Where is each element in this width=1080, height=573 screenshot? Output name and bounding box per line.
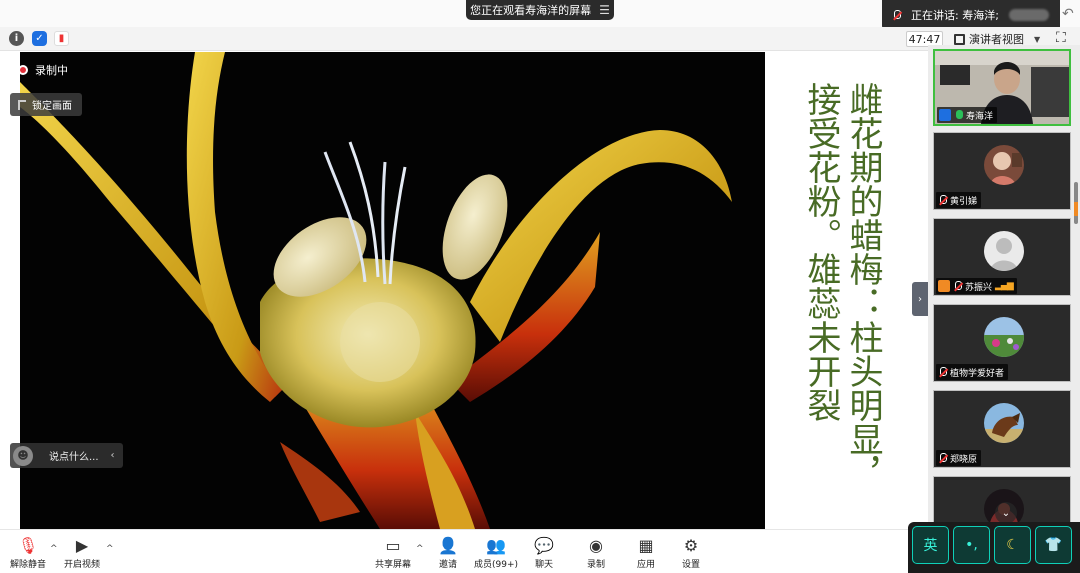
settings-button[interactable]: ⚙ 设置 [665,536,717,572]
undo-icon[interactable]: ↶ [1062,6,1078,22]
invite-button[interactable]: 👤 邀请 [422,536,474,572]
mic-off-icon [953,280,962,292]
meeting-toolbar: i ✓ ▮ 47:47 演讲者视图 ▼ ⛶ [0,27,1080,51]
avatar [984,231,1024,271]
gear-icon: ⚙ [683,535,699,555]
mic-off-icon [938,452,947,464]
ime-moon-icon[interactable]: ☾ [994,526,1031,564]
participant-name: 植物学爱好者 [950,368,1005,379]
lock-screen-button[interactable]: 锁定画面 [10,93,82,116]
participant-name: 郑晓原 [950,454,978,465]
recording-indicator: 录制中 [18,62,68,78]
participant-label: 黄引娣 [936,192,982,208]
record-label: 录制 [586,560,605,570]
chevron-down-icon: ▼ [1034,34,1041,44]
signal-icon[interactable]: ▮ [54,31,69,46]
flower-image [20,52,765,529]
chat-button[interactable]: 💬 聊天 [518,536,570,572]
avatar [984,317,1024,357]
participant-name: 黄引娣 [950,196,978,207]
participant-label: 寿海洋 [937,107,998,123]
share-screen-label: 共享屏幕 [374,560,411,570]
mic-icon [892,9,901,21]
emoji-icon[interactable]: ☻ [13,445,33,466]
ime-punctuation-icon[interactable]: •, [953,526,990,564]
speaker-text: 正在讲话: 寿海洋; [911,9,999,22]
chevron-up-icon[interactable]: ^ [106,544,114,554]
mic-off-icon [938,366,947,378]
menu-icon[interactable]: ☰ [599,3,610,17]
participant-tile[interactable]: 郑晓原 [933,390,1071,468]
chat-label: 聊天 [534,560,553,570]
participant-label: 郑晓原 [936,450,982,466]
fullscreen-icon[interactable]: ⛶ [1056,30,1072,46]
invite-label: 邀请 [438,560,457,570]
participant-tile[interactable]: 黄引娣 [933,132,1071,210]
mic-off-icon [938,194,947,206]
video-off-icon: ▶ [75,535,89,555]
add-user-icon: 👤 [438,535,458,555]
ime-toolbar: 英 •, ☾ 👕 [908,522,1080,573]
pin-icon [18,99,26,110]
panel-toggle-button[interactable]: › [912,282,928,316]
blurred-name [1008,9,1049,21]
participant-name: 苏振兴 [965,282,993,293]
participant-tile[interactable]: 植物学爱好者 [933,304,1071,382]
share-banner-text: 您正在观看寿海洋的屏幕 [470,4,592,17]
chevron-left-icon[interactable]: ‹ [111,450,115,461]
cohost-badge-icon [938,280,950,292]
unmute-label: 解除静音 [9,560,46,570]
ime-language-button[interactable]: 英 [912,526,949,564]
info-icon[interactable]: i [9,31,24,46]
slide-caption-line-1: 雌花期的蜡梅：柱头明显， [843,82,883,490]
ime-skin-icon[interactable]: 👕 [1035,526,1072,564]
shield-icon[interactable]: ✓ [32,31,47,46]
record-icon: ◉ [589,535,603,555]
participant-tile[interactable]: 寿海洋 [933,49,1071,126]
members-button[interactable]: 👥 成员(99+) [470,536,522,572]
participant-label: 植物学爱好者 [936,364,1009,380]
start-video-label: 开启视频 [63,560,100,570]
slide-photo [20,52,765,529]
chat-input[interactable]: ☻ 说点什么... ‹ [10,443,123,468]
participant-label: 苏振兴 ▂▄▆ [936,278,1017,294]
signal-bars-icon: ▂▄▆ [995,281,1014,291]
apps-label: 应用 [636,560,655,570]
record-dot-icon [18,65,28,75]
participant-name: 寿海洋 [966,111,994,122]
mic-off-icon: 🎙 [17,535,39,555]
layout-icon [954,33,965,45]
speaker-indicator: 正在讲话: 寿海洋; [882,0,1060,30]
members-label: 成员(99+) [473,560,519,570]
share-screen-icon: ▭ [385,535,401,555]
avatar [984,403,1024,443]
share-banner[interactable]: 您正在观看寿海洋的屏幕 ☰ [466,0,614,20]
apps-icon: ▦ [638,535,654,555]
avatar [984,145,1024,185]
lock-screen-label: 锁定画面 [32,101,72,112]
members-icon: 👥 [486,535,506,555]
start-video-button[interactable]: ▶ 开启视频 [56,536,108,572]
share-screen-button[interactable]: ▭ 共享屏幕 [367,536,419,572]
participant-tile[interactable]: 苏振兴 ▂▄▆ [933,218,1071,296]
mic-on-icon [954,109,963,121]
recording-label: 录制中 [35,64,68,77]
chat-placeholder: 说点什么... [49,452,99,463]
chat-icon: 💬 [534,535,554,555]
host-badge-icon [939,109,951,121]
slide-caption-line-2: 接受花粉。雄蕊未开裂 [801,82,841,422]
record-button[interactable]: ◉ 录制 [570,536,622,572]
chevron-down-icon[interactable]: ⌄ [995,502,1017,524]
settings-label: 设置 [681,560,700,570]
unmute-button[interactable]: 🎙 解除静音 [2,536,54,572]
participant-panel: 寿海洋 黄引娣 苏振兴 ▂▄▆ 植物学爱好者 郑晓原 [928,45,1080,527]
panel-scrollbar[interactable] [1074,182,1078,224]
